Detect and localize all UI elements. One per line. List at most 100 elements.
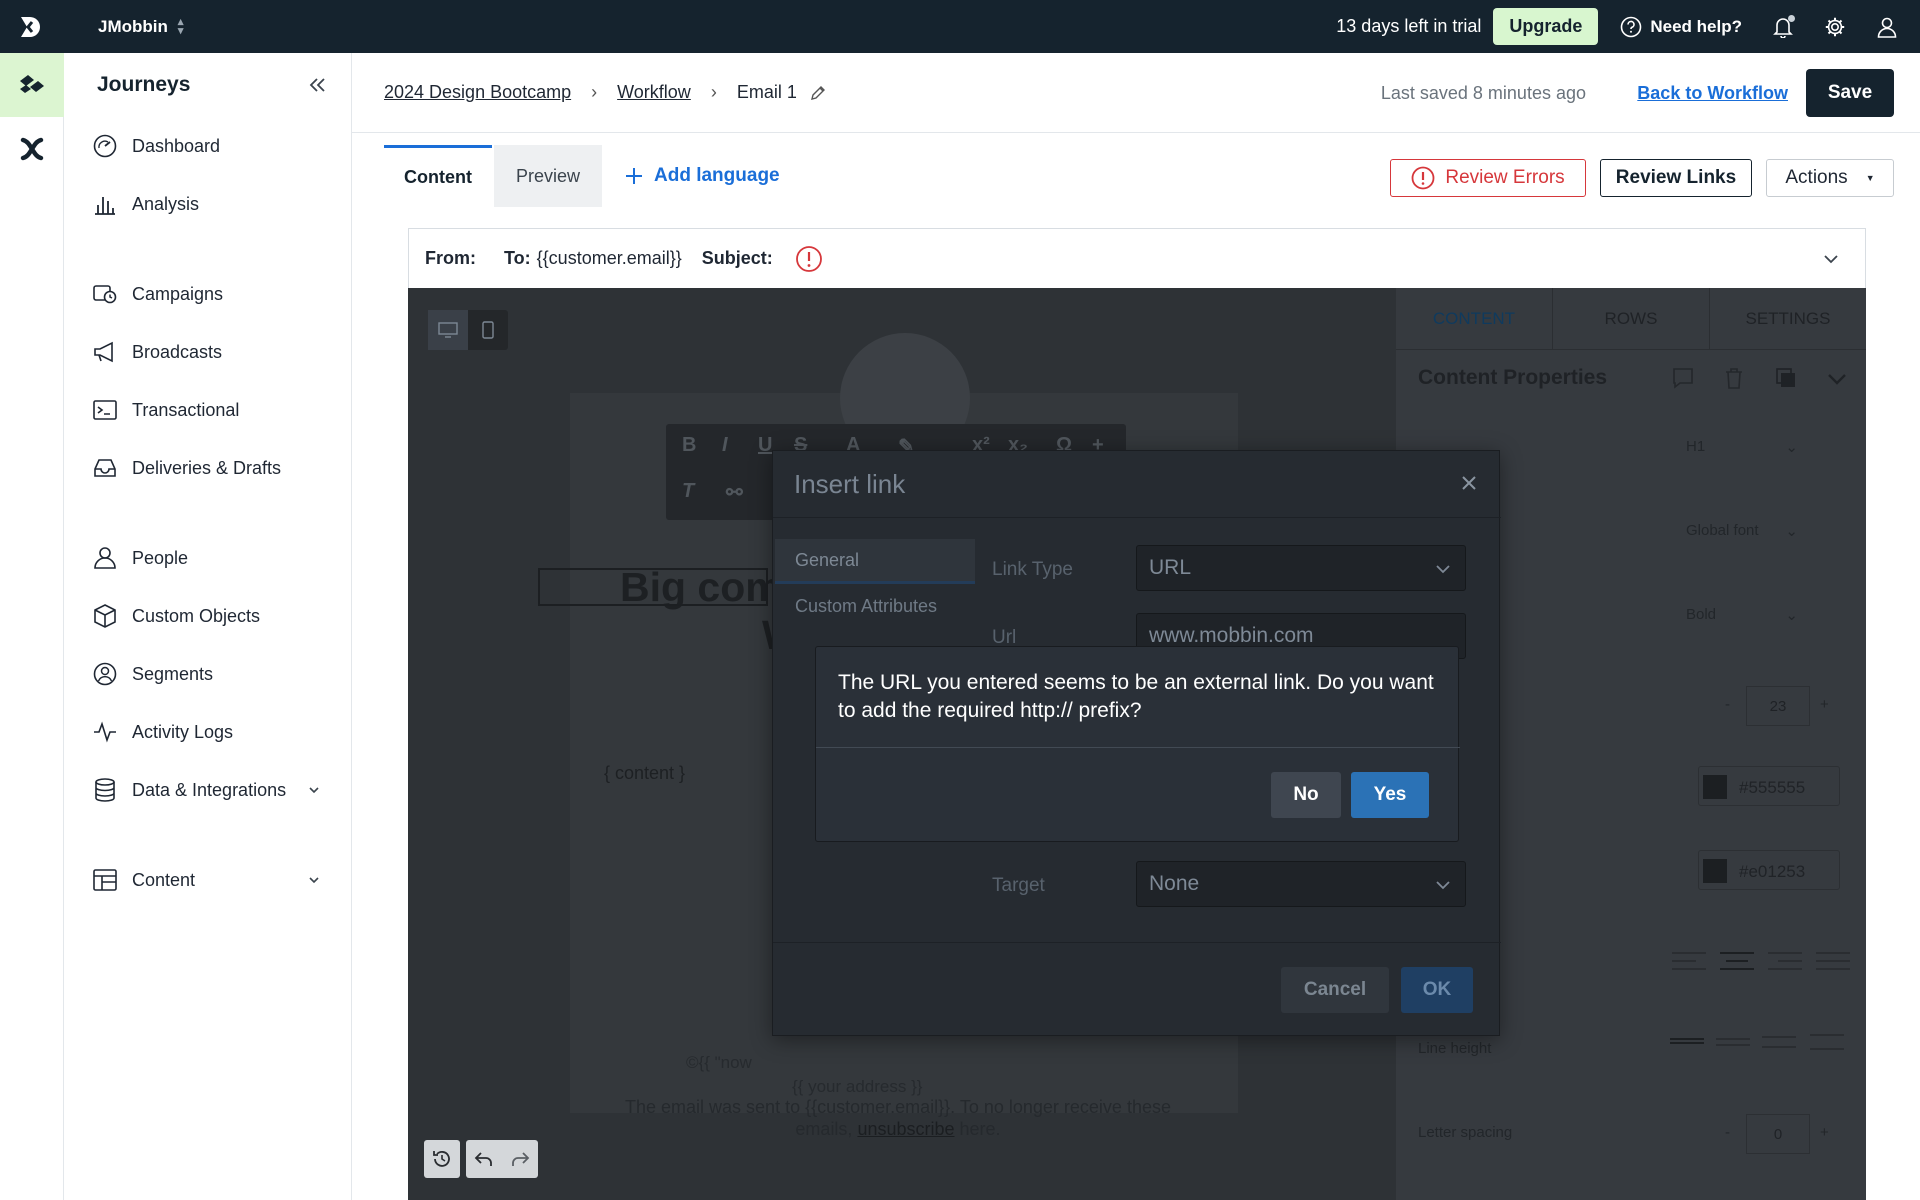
no-button[interactable]: No [1271, 772, 1341, 818]
font-weight-select[interactable]: Bold ⌄ [1686, 606, 1806, 624]
pencil-icon[interactable] [809, 84, 827, 102]
database-icon [92, 777, 118, 803]
save-button[interactable]: Save [1806, 69, 1894, 117]
person-icon [92, 545, 118, 571]
trial-status: 13 days left in trial [1336, 16, 1482, 36]
sidebar-item-label: Campaigns [132, 283, 224, 304]
font-size-field[interactable]: 23 [1746, 686, 1810, 726]
sidebar-gap [64, 819, 351, 851]
sidebar-item-campaigns[interactable]: Campaigns [64, 265, 351, 323]
chevron-right-icon: › [710, 82, 717, 102]
sidebar: Journeys Dashboard Analysis Campaigns Br… [64, 53, 352, 1200]
letter-spacing-increment[interactable]: + [1820, 1124, 1829, 1141]
inbox-icon [92, 455, 118, 481]
rail-journeys[interactable] [0, 53, 64, 117]
desktop-view-icon[interactable] [428, 310, 468, 350]
yes-button[interactable]: Yes [1351, 772, 1429, 818]
chevron-right-icon: › [591, 82, 598, 102]
workspace-switcher[interactable]: JMobbin ▴ ▾ [98, 16, 183, 37]
rail-tools[interactable] [0, 117, 64, 181]
help-button[interactable]: Need help? [1620, 16, 1742, 38]
ok-button[interactable]: OK [1401, 967, 1473, 1013]
link-icon[interactable]: ⚯ [726, 480, 743, 505]
link-type-select[interactable]: URL [1136, 545, 1466, 591]
letter-spacing-decrement[interactable]: - [1725, 1124, 1730, 1141]
back-to-workflow-link[interactable]: Back to Workflow [1637, 83, 1788, 104]
tab-content[interactable]: Content [384, 145, 492, 207]
props-tab-content[interactable]: CONTENT [1396, 288, 1553, 349]
underline-icon[interactable]: U [758, 434, 772, 457]
upgrade-button[interactable]: Upgrade [1493, 8, 1599, 45]
content-placeholder[interactable]: { content } [604, 763, 685, 784]
comment-icon[interactable] [1671, 366, 1695, 390]
mobile-view-icon[interactable] [468, 310, 508, 350]
email-header-bar[interactable]: From: To: {{customer.email}} Subject: [408, 228, 1866, 288]
line-height-group[interactable] [1670, 1034, 1850, 1054]
close-icon[interactable] [1457, 471, 1481, 495]
sidebar-item-analysis[interactable]: Analysis [64, 175, 351, 233]
sidebar-item-label: Analysis [132, 193, 200, 214]
tab-preview[interactable]: Preview [494, 145, 602, 207]
title-level-select[interactable]: H1 ⌄ [1686, 438, 1806, 456]
duplicate-icon[interactable] [1774, 366, 1798, 390]
trash-icon[interactable] [1723, 366, 1745, 390]
workspace-name: JMobbin [98, 16, 168, 36]
gear-icon[interactable] [1824, 16, 1846, 38]
review-links-button[interactable]: Review Links [1600, 159, 1752, 197]
font-family-select[interactable]: Global font ⌄ [1686, 522, 1806, 540]
sidebar-item-deliveries[interactable]: Deliveries & Drafts [64, 439, 351, 497]
cancel-button[interactable]: Cancel [1281, 967, 1389, 1013]
x-tools-icon [20, 137, 44, 161]
sidebar-item-content[interactable]: Content [64, 851, 351, 909]
campaign-icon [92, 281, 118, 307]
bell-icon[interactable] [1772, 14, 1795, 38]
history-icon[interactable] [424, 1140, 460, 1178]
bold-icon[interactable]: B [682, 434, 696, 457]
link-type-label: Link Type [992, 559, 1073, 580]
font-size-decrement[interactable]: - [1725, 696, 1730, 713]
sidebar-item-transactional[interactable]: Transactional [64, 381, 351, 439]
dialog-tab-custom-attributes[interactable]: Custom Attributes [775, 584, 975, 629]
breadcrumb-campaign[interactable]: 2024 Design Bootcamp [384, 82, 571, 103]
target-select[interactable]: None [1136, 861, 1466, 907]
content-properties-title: Content Properties [1418, 366, 1608, 389]
sidebar-item-data-integrations[interactable]: Data & Integrations [64, 761, 351, 819]
app-logo[interactable] [0, 0, 64, 53]
device-switcher [428, 310, 508, 350]
chevron-down-icon[interactable] [1821, 249, 1841, 269]
caret-down-icon: ▼ [1865, 173, 1875, 183]
question-circle-icon [1621, 16, 1642, 37]
undo-icon[interactable] [473, 1148, 495, 1170]
actions-dropdown[interactable]: Actions ▼ [1766, 159, 1894, 197]
add-language-button[interactable]: Add language [624, 145, 780, 207]
chevron-down-icon[interactable] [1826, 368, 1848, 390]
font-size-increment[interactable]: + [1820, 696, 1829, 713]
link-color-picker[interactable]: #e01253 [1698, 850, 1840, 890]
review-errors-button[interactable]: Review Errors [1390, 159, 1586, 197]
sidebar-item-custom-objects[interactable]: Custom Objects [64, 587, 351, 645]
dialog-tab-general[interactable]: General [775, 539, 975, 584]
text-align-group[interactable] [1672, 948, 1852, 978]
sidebar-item-dashboard[interactable]: Dashboard [64, 117, 351, 175]
sidebar-item-label: Transactional [132, 399, 240, 420]
sidebar-item-segments[interactable]: Segments [64, 645, 351, 703]
letter-spacing-field[interactable]: 0 [1746, 1114, 1810, 1154]
redo-icon[interactable] [509, 1148, 531, 1170]
props-tab-rows[interactable]: ROWS [1553, 288, 1710, 349]
props-tab-settings[interactable]: SETTINGS [1710, 288, 1866, 349]
sidebar-item-people[interactable]: People [64, 529, 351, 587]
breadcrumb-workflow[interactable]: Workflow [617, 82, 691, 103]
sidebar-item-label: Data & Integrations [132, 779, 287, 800]
italic-icon[interactable]: I [722, 434, 728, 457]
user-icon[interactable] [1876, 16, 1898, 38]
help-label: Need help? [1650, 16, 1742, 36]
review-errors-label: Review Errors [1445, 167, 1565, 188]
sidebar-item-activity-logs[interactable]: Activity Logs [64, 703, 351, 761]
text-color-picker[interactable]: #555555 [1698, 766, 1840, 806]
clear-format-icon[interactable]: T [682, 480, 694, 503]
sidebar-item-broadcasts[interactable]: Broadcasts [64, 323, 351, 381]
footer-line-2-post: here. [959, 1119, 1001, 1139]
chevron-down-icon [1436, 565, 1450, 574]
unsubscribe-link[interactable]: unsubscribe [857, 1119, 954, 1139]
collapse-sidebar-icon[interactable] [305, 73, 329, 97]
